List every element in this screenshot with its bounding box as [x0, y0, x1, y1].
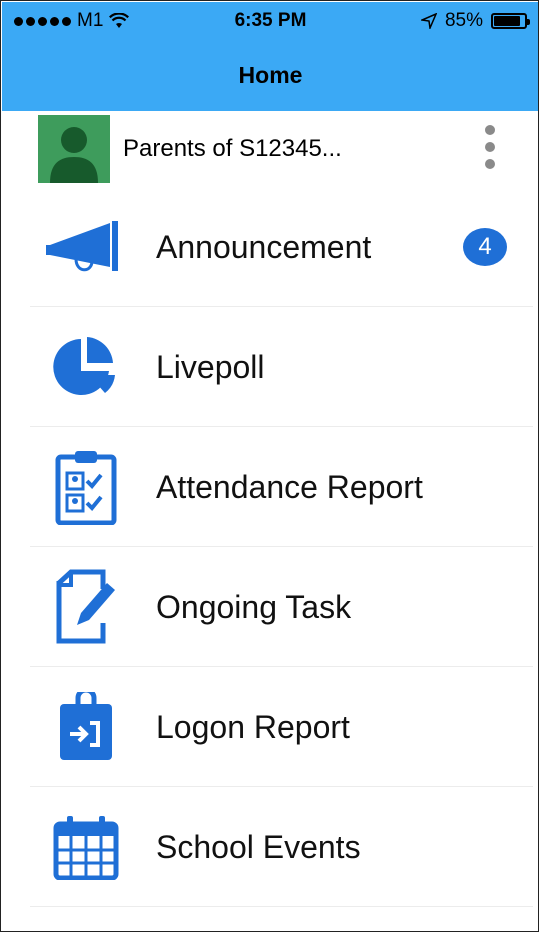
- menu-item-livepoll[interactable]: Livepoll: [2, 307, 538, 427]
- user-avatar-icon: [50, 127, 98, 183]
- battery-percent: 85%: [444, 10, 483, 31]
- menu-item-label: School Events: [156, 829, 361, 865]
- menu-item-ongoing-task[interactable]: Ongoing Task: [2, 547, 538, 667]
- pie-chart-icon: [46, 331, 126, 403]
- notification-badge: 4: [463, 228, 507, 266]
- menu-item-school-events[interactable]: School Events: [2, 787, 538, 907]
- battery-icon: [491, 13, 530, 29]
- menu-item-attendance-report[interactable]: Attendance Report: [2, 427, 538, 547]
- menu-item-label: Livepoll: [156, 349, 265, 385]
- divider: [30, 906, 533, 907]
- location-arrow-icon: [420, 13, 437, 29]
- menu-item-label: Announcement: [156, 229, 372, 265]
- header-bar: M1 6:35 PM 85% Home: [2, 2, 538, 111]
- calendar-icon: [46, 811, 126, 883]
- more-options-icon[interactable]: [479, 125, 501, 175]
- menu-item-announcement[interactable]: Announcement 4: [2, 187, 538, 307]
- megaphone-icon: [46, 211, 126, 283]
- app-frame: M1 6:35 PM 85% Home Parents of S12345...…: [0, 0, 539, 932]
- status-right: 85%: [420, 10, 530, 32]
- home-menu: Announcement 4 Livepoll Attendance Repor…: [2, 187, 538, 907]
- profile-name: Parents of S12345...: [123, 135, 342, 162]
- profile-row[interactable]: Parents of S12345...: [2, 111, 538, 187]
- menu-item-label: Ongoing Task: [156, 589, 352, 625]
- clipboard-login-icon: [46, 691, 126, 763]
- menu-item-label: Logon Report: [156, 709, 350, 745]
- menu-item-logon-report[interactable]: Logon Report: [2, 667, 538, 787]
- status-bar: M1 6:35 PM 85%: [2, 10, 538, 36]
- menu-item-label: Attendance Report: [156, 469, 423, 505]
- document-edit-icon: [46, 569, 126, 644]
- clipboard-checklist-icon: [46, 451, 126, 525]
- avatar[interactable]: [38, 115, 110, 183]
- page-title: Home: [238, 62, 303, 88]
